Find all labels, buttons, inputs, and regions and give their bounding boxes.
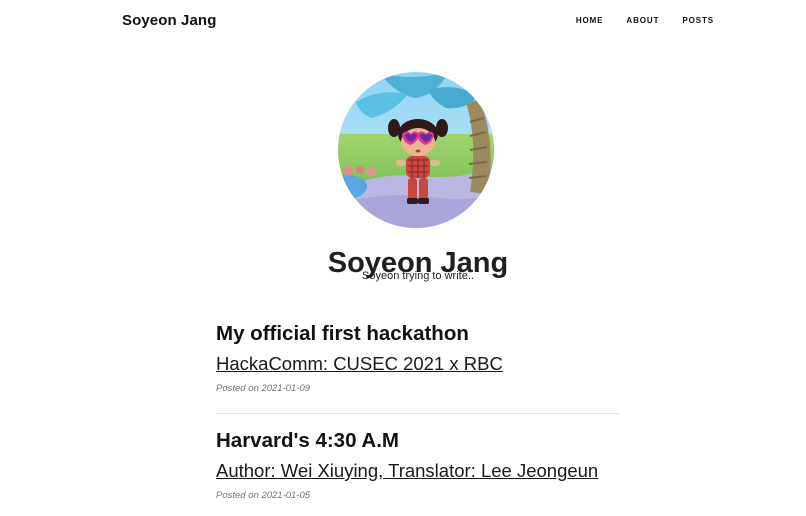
brand-link[interactable]: Soyeon Jang — [122, 12, 216, 29]
post-meta-prefix: Posted on — [216, 490, 259, 501]
avatar-image — [338, 72, 494, 228]
nav-links: HOME ABOUT POSTS — [576, 16, 714, 25]
post-meta-prefix: Posted on — [216, 383, 259, 394]
nav-link-posts[interactable]: POSTS — [682, 16, 714, 25]
post-title-link[interactable]: My official first hackathon — [216, 322, 620, 346]
post-subtitle-link[interactable]: Author: Wei Xiuying, Translator: Lee Jeo… — [216, 460, 620, 482]
post-divider — [216, 413, 620, 414]
top-navbar: Soyeon Jang HOME ABOUT POSTS — [0, 0, 806, 44]
post-preview: My official first hackathon HackaComm: C… — [216, 322, 620, 394]
post-date: 2021-01-09 — [261, 383, 311, 394]
post-subtitle-link[interactable]: HackaComm: CUSEC 2021 x RBC — [216, 353, 620, 375]
nav-link-about[interactable]: ABOUT — [626, 16, 659, 25]
avatar — [338, 72, 494, 228]
post-title-link[interactable]: Harvard's 4:30 A.M — [216, 429, 620, 453]
post-preview: Harvard's 4:30 A.M Author: Wei Xiuying, … — [216, 429, 620, 501]
site-subtitle: Soyeon trying to write.. — [362, 270, 474, 282]
post-meta: Posted on 2021-01-05 — [216, 490, 620, 501]
post-meta: Posted on 2021-01-09 — [216, 383, 620, 394]
post-date: 2021-01-05 — [261, 490, 311, 501]
nav-link-home[interactable]: HOME — [576, 16, 604, 25]
